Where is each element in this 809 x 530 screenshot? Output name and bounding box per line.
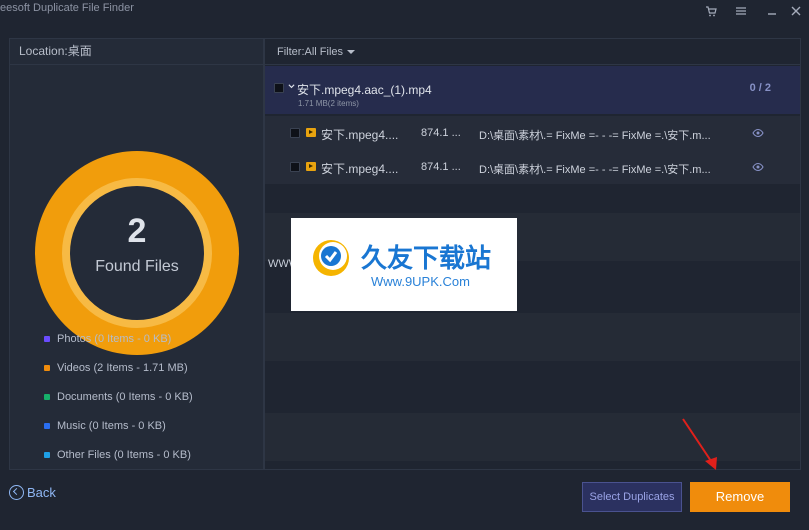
file-name: 安下.mpeg4.... [321,128,399,142]
file-size: 874.1 ... [421,161,461,173]
watermark-url-text: Www.9UPK.Com [371,274,470,289]
remove-button[interactable]: Remove [690,482,790,512]
watermark-chinese-text: 久友下载站 [361,243,492,273]
summary-panel: Location:桌面 2 Found Files Photos (0 Item… [9,38,264,470]
watermark-logo-icon [313,240,349,276]
legend-label-documents: Documents (0 Items - 0 KB) [57,390,193,403]
eye-icon[interactable] [752,162,764,172]
watermark-overlay: 久友下载站 Www.9UPK.Com [291,218,517,311]
photos-color-dot [44,335,50,342]
duplicate-group-row[interactable]: 安下.mpeg4.aac_(1).mp4 1.71 MB(2 items) 0 … [265,66,800,114]
video-file-icon [306,162,316,171]
menu-icon[interactable] [733,3,749,19]
video-file-icon [306,128,316,137]
videos-color-dot [44,364,50,371]
title-bar: eesoft Duplicate File Finder [0,0,809,22]
cart-icon[interactable] [703,3,719,19]
file-row[interactable]: 安下.mpeg4.... 874.1 ... D:\桌面\素材\.= FixMe… [265,150,800,184]
back-arrow-icon [9,484,24,500]
legend-item-documents: Documents (0 Items - 0 KB) [44,382,193,411]
select-duplicates-button[interactable]: Select Duplicates [582,482,682,512]
other-files-color-dot [44,451,50,458]
minimize-icon[interactable] [764,3,780,19]
category-legend: Photos (0 Items - 0 KB) Videos (2 Items … [44,324,193,469]
legend-label-music: Music (0 Items - 0 KB) [57,419,166,432]
red-arrow-annotation-icon [682,418,717,470]
group-selected-count: 0 / 2 [749,82,771,94]
back-button[interactable]: Back [9,483,56,501]
legend-item-videos: Videos (2 Items - 1.71 MB) [44,353,193,382]
donut-inner-ring: 2 Found Files [62,178,212,328]
found-files-label: Found Files [95,258,179,275]
documents-color-dot [44,393,50,400]
filter-label: Filter:All Files [277,46,344,58]
chevron-down-icon [347,50,356,55]
group-size-info: 1.71 MB(2 items) [298,99,359,108]
group-file-name: 安下.mpeg4.aac_(1).mp4 [297,83,432,97]
group-checkbox[interactable] [274,83,284,93]
file-row[interactable]: 安下.mpeg4.... 874.1 ... D:\桌面\素材\.= FixMe… [265,116,800,150]
file-size: 874.1 ... [421,127,461,139]
legend-label-other-files: Other Files (0 Items - 0 KB) [57,448,191,461]
eye-icon[interactable] [752,128,764,138]
location-label: Location:桌面 [10,39,263,65]
file-checkbox[interactable] [290,128,300,138]
app-title: eesoft Duplicate File Finder [0,2,134,14]
chevron-down-icon[interactable] [288,83,295,90]
file-path: D:\桌面\素材\.= FixMe =- - -= FixMe =.\安下.m.… [479,130,711,142]
music-color-dot [44,422,50,429]
found-files-count: 2 [127,212,147,250]
back-label: Back [27,484,56,500]
legend-item-photos: Photos (0 Items - 0 KB) [44,324,193,353]
legend-item-music: Music (0 Items - 0 KB) [44,411,193,440]
filter-dropdown[interactable]: Filter:All Files [265,39,800,65]
legend-label-photos: Photos (0 Items - 0 KB) [57,332,172,345]
file-name: 安下.mpeg4.... [321,162,399,176]
file-checkbox[interactable] [290,162,300,172]
donut-center: 2 Found Files [70,186,204,320]
file-path: D:\桌面\素材\.= FixMe =- - -= FixMe =.\安下.m.… [479,164,711,176]
legend-item-other-files: Other Files (0 Items - 0 KB) [44,440,193,469]
legend-label-videos: Videos (2 Items - 1.71 MB) [57,361,188,374]
close-icon[interactable] [788,3,804,19]
empty-row [265,313,800,361]
